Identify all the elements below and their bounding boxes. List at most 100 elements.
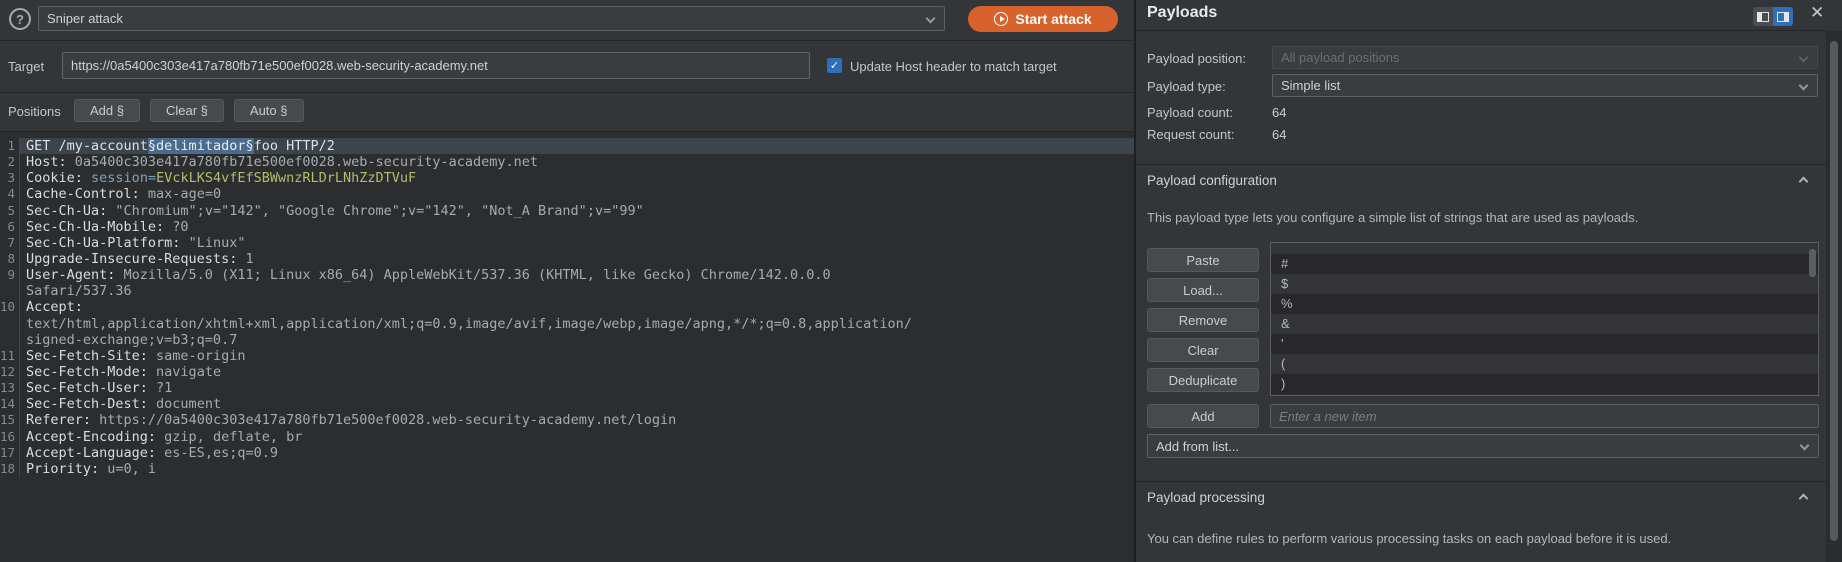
positions-button[interactable]: Add § [74,99,140,122]
line-number: 17 [0,445,20,461]
request-line[interactable]: 10Accept: [0,299,1134,315]
request-line[interactable]: 1GET /my-account§delimitador§foo HTTP/2 [0,138,1134,154]
line-content: GET /my-account§delimitador§foo HTTP/2 [20,138,1134,154]
line-number: 14 [0,396,20,412]
payload-list-item[interactable]: ) [1271,374,1818,394]
payloads-title: Payloads [1147,4,1217,22]
line-number: 18 [0,461,20,477]
payload-list-item[interactable]: % [1271,294,1818,314]
line-number: 1 [0,138,20,154]
payloads-panel: Payloads ✕ Payload position: All payload… [1134,0,1842,562]
layout-left-toggle-button[interactable] [1753,7,1773,26]
update-host-checkbox[interactable]: ✓ [827,58,842,73]
request-line[interactable]: 11Sec-Fetch-Site: same-origin [0,348,1134,364]
payload-list-item[interactable]: # [1271,254,1818,274]
line-content: Accept-Encoding: gzip, deflate, br [20,429,1134,445]
positions-button[interactable]: Auto § [234,99,304,122]
start-attack-button[interactable]: Start attack [968,6,1118,32]
payload-position-select: All payload positions [1272,46,1818,69]
request-count-value: 64 [1272,127,1286,142]
line-content: Sec-Fetch-Mode: navigate [20,364,1134,380]
panel-split-left-icon [1757,12,1769,22]
payload-list-rows: "#$%&'() [1271,242,1818,394]
request-line[interactable]: 18Priority: u=0, i [0,461,1134,477]
start-attack-label: Start attack [1015,11,1091,27]
attack-type-value: Sniper attack [47,11,123,26]
payload-type-select[interactable]: Simple list [1272,74,1818,97]
layout-right-toggle-button[interactable] [1773,7,1793,26]
line-content: Referer: https://0a5400c303e417a780fb71e… [20,412,1134,428]
chevron-up-icon[interactable] [1799,177,1809,187]
request-line[interactable]: 8Upgrade-Insecure-Requests: 1 [0,251,1134,267]
line-number: 3 [0,170,20,186]
request-line[interactable]: text/html,application/xhtml+xml,applicat… [0,316,1134,332]
help-glyph: ? [16,12,24,27]
payload-configuration-title: Payload configuration [1147,173,1277,188]
payload-position-label: Payload position: [1147,51,1246,66]
deduplicate-button[interactable]: Deduplicate [1147,368,1259,392]
line-number: 8 [0,251,20,267]
request-line[interactable]: 7Sec-Ch-Ua-Platform: "Linux" [0,235,1134,251]
request-line[interactable]: 16Accept-Encoding: gzip, deflate, br [0,429,1134,445]
line-content: Cache-Control: max-age=0 [20,186,1134,202]
line-content: Accept-Language: es-ES,es;q=0.9 [20,445,1134,461]
panel-scrollbar-thumb[interactable] [1830,41,1838,541]
request-editor-rows: 1GET /my-account§delimitador§foo HTTP/22… [0,138,1134,477]
request-editor[interactable]: 1GET /my-account§delimitador§foo HTTP/22… [0,131,1134,562]
new-payload-input[interactable] [1270,404,1819,428]
request-line[interactable]: 13Sec-Fetch-User: ?1 [0,380,1134,396]
request-line[interactable]: 3Cookie: session=EVckLKS4vfEfSBWwnzRLDrL… [0,170,1134,186]
request-line[interactable]: signed-exchange;v=b3;q=0.7 [0,332,1134,348]
payload-list-scrollbar-thumb[interactable] [1809,249,1816,277]
request-line[interactable]: 14Sec-Fetch-Dest: document [0,396,1134,412]
add-payload-button[interactable]: Add [1147,404,1259,428]
payload-list-item[interactable]: " [1271,242,1818,254]
line-number: 11 [0,348,20,364]
payload-list-item[interactable]: $ [1271,274,1818,294]
request-line[interactable]: 15Referer: https://0a5400c303e417a780fb7… [0,412,1134,428]
add-from-list-select[interactable]: Add from list... [1147,434,1819,458]
line-content: Priority: u=0, i [20,461,1134,477]
line-number [0,316,20,332]
close-icon[interactable]: ✕ [1810,3,1824,23]
payload-count-label: Payload count: [1147,105,1233,120]
line-number: 5 [0,203,20,219]
remove-button[interactable]: Remove [1147,308,1259,332]
request-line[interactable]: 6Sec-Ch-Ua-Mobile: ?0 [0,219,1134,235]
target-url-input[interactable] [62,52,810,79]
line-number [0,332,20,348]
payload-list-item[interactable]: & [1271,314,1818,334]
payload-type-value: Simple list [1281,78,1340,93]
divider [1136,30,1826,31]
positions-button[interactable]: Clear § [150,99,224,122]
play-icon [994,12,1008,26]
check-icon: ✓ [830,59,839,72]
load-button[interactable]: Load... [1147,278,1259,302]
line-number: 9 [0,267,20,283]
payload-list-item[interactable]: ' [1271,334,1818,354]
chevron-up-icon[interactable] [1799,494,1809,504]
request-line[interactable]: 5Sec-Ch-Ua: "Chromium";v="142", "Google … [0,203,1134,219]
attack-type-select[interactable]: Sniper attack [38,6,945,31]
request-line[interactable]: 12Sec-Fetch-Mode: navigate [0,364,1134,380]
line-content: text/html,application/xhtml+xml,applicat… [20,316,1134,332]
request-line[interactable]: Safari/537.36 [0,283,1134,299]
request-line[interactable]: 2Host: 0a5400c303e417a780fb71e500ef0028.… [0,154,1134,170]
line-number: 13 [0,380,20,396]
chevron-down-icon [1800,441,1810,451]
payload-list[interactable]: "#$%&'() [1270,242,1819,396]
payload-list-buttons: Paste Load... Remove Clear Deduplicate [1147,248,1259,392]
help-icon[interactable]: ? [9,8,31,30]
burp-intruder-window: ? Sniper attack Start attack Target ✓ Up… [0,0,1842,562]
line-content: Sec-Ch-Ua: "Chromium";v="142", "Google C… [20,203,1134,219]
request-line[interactable]: 9User-Agent: Mozilla/5.0 (X11; Linux x86… [0,267,1134,283]
payload-count-value: 64 [1272,105,1286,120]
request-line[interactable]: 4Cache-Control: max-age=0 [0,186,1134,202]
clear-button[interactable]: Clear [1147,338,1259,362]
paste-button[interactable]: Paste [1147,248,1259,272]
panel-scrollbar-track[interactable] [1826,31,1842,562]
payload-list-item[interactable]: ( [1271,354,1818,374]
attack-config-panel: ? Sniper attack Start attack Target ✓ Up… [0,0,1134,562]
line-content: signed-exchange;v=b3;q=0.7 [20,332,1134,348]
request-line[interactable]: 17Accept-Language: es-ES,es;q=0.9 [0,445,1134,461]
